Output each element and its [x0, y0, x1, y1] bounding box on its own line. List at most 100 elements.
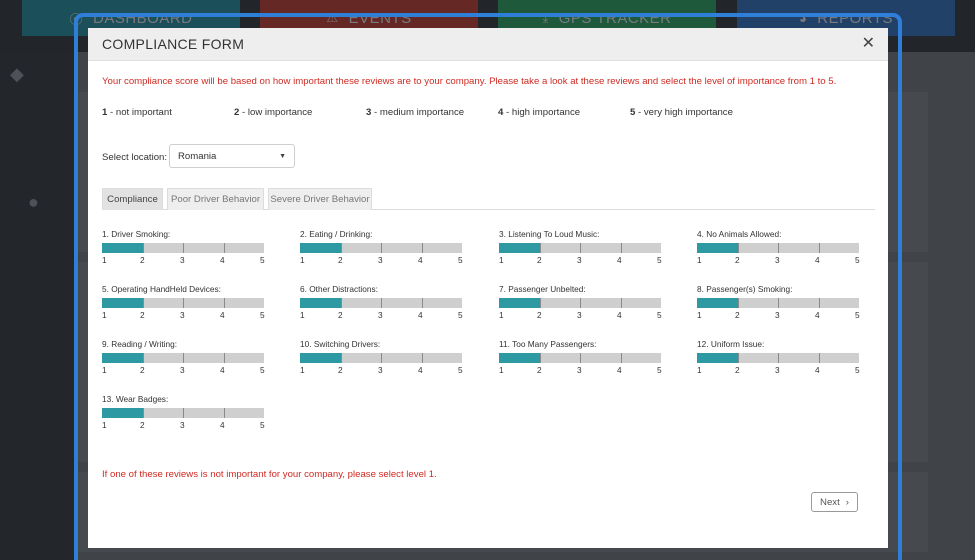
importance-slider[interactable] — [697, 243, 859, 253]
modal-title: COMPLIANCE FORM — [102, 36, 245, 52]
importance-slider[interactable] — [300, 243, 462, 253]
importance-slider[interactable] — [499, 243, 661, 253]
scale-label: 2 — [338, 255, 343, 265]
importance-item-label: 4. No Animals Allowed: — [697, 229, 782, 239]
scale-label: 1 — [300, 310, 305, 320]
scale-label: 4 — [815, 310, 820, 320]
location-select-value: Romania — [178, 150, 217, 162]
slider-tick — [340, 243, 342, 253]
scale-label: 4 — [617, 255, 622, 265]
importance-slider[interactable] — [499, 353, 661, 363]
slider-tick — [620, 243, 622, 253]
importance-slider[interactable] — [102, 243, 264, 253]
scale-label: 1 — [300, 365, 305, 375]
importance-item-label: 1. Driver Smoking: — [102, 229, 171, 239]
importance-slider[interactable] — [300, 298, 462, 308]
importance-slider-fill — [300, 353, 341, 363]
scale-label: 4 — [220, 420, 225, 430]
importance-item: 4. No Animals Allowed: 1 2 3 4 5 — [697, 229, 860, 269]
scale-label: 2 — [140, 255, 145, 265]
tab-severe-driver-behavior[interactable]: Severe Driver Behavior — [268, 188, 372, 210]
scale-label: 4 — [418, 365, 423, 375]
scale-label: 2 — [735, 255, 740, 265]
scale-label: 5 — [855, 310, 860, 320]
importance-slider[interactable] — [697, 353, 859, 363]
importance-slider-fill — [300, 243, 341, 253]
scale-label: 2 — [735, 310, 740, 320]
tab-compliance[interactable]: Compliance — [102, 188, 163, 210]
close-icon[interactable]: ✕ — [862, 35, 875, 53]
location-select[interactable]: Romania ▼ — [169, 144, 295, 168]
importance-slider-fill — [102, 243, 143, 253]
importance-item: 5. Operating HandHeld Devices: 1 2 3 4 5 — [102, 284, 265, 324]
scale-label: 4 — [418, 310, 423, 320]
slider-tick — [142, 298, 144, 308]
legend-item: 5 - very high importance — [630, 107, 733, 118]
slider-tick — [778, 243, 779, 253]
chevron-right-icon: › — [845, 496, 849, 508]
slider-scale: 1 2 3 4 5 — [697, 310, 860, 320]
scale-label: 4 — [220, 310, 225, 320]
importance-item-label: 6. Other Distractions: — [300, 284, 378, 294]
slider-tick — [381, 353, 382, 363]
importance-item: 3. Listening To Loud Music: 1 2 3 4 5 — [499, 229, 662, 269]
importance-slider[interactable] — [102, 408, 264, 418]
tab-poor-driver-behavior[interactable]: Poor Driver Behavior — [167, 188, 264, 210]
scale-label: 5 — [260, 310, 265, 320]
legend-text: - high importance — [503, 107, 581, 118]
importance-slider[interactable] — [499, 298, 661, 308]
scale-label: 5 — [260, 420, 265, 430]
scale-label: 2 — [140, 310, 145, 320]
slider-tick — [223, 298, 225, 308]
scale-label: 1 — [102, 420, 107, 430]
scale-label: 3 — [577, 310, 582, 320]
chevron-down-icon: ▼ — [279, 152, 286, 160]
scale-label: 5 — [657, 365, 662, 375]
legend-item: 3 - medium importance — [366, 107, 464, 118]
slider-tick — [340, 353, 342, 363]
slider-scale: 1 2 3 4 5 — [102, 420, 265, 430]
scale-label: 5 — [657, 255, 662, 265]
compliance-form-modal: COMPLIANCE FORM ✕ Your compliance score … — [88, 28, 888, 548]
scale-label: 3 — [378, 255, 383, 265]
slider-tick — [737, 353, 739, 363]
importance-slider[interactable] — [300, 353, 462, 363]
slider-scale: 1 2 3 4 5 — [300, 255, 463, 265]
slider-tick — [142, 408, 144, 418]
slider-tick — [620, 353, 622, 363]
modal-header: COMPLIANCE FORM ✕ — [88, 28, 888, 61]
slider-scale: 1 2 3 4 5 — [499, 310, 662, 320]
slider-tick — [737, 298, 739, 308]
importance-slider[interactable] — [102, 353, 264, 363]
slider-tick — [421, 353, 423, 363]
next-button[interactable]: Next › — [811, 492, 858, 512]
scale-label: 1 — [102, 365, 107, 375]
slider-tick — [381, 298, 382, 308]
slider-tick — [223, 353, 225, 363]
importance-item: 7. Passenger Unbelted: 1 2 3 4 5 — [499, 284, 662, 324]
slider-tick — [183, 408, 184, 418]
scale-label: 3 — [180, 310, 185, 320]
slider-tick — [778, 298, 779, 308]
slider-tick — [223, 243, 225, 253]
slider-tick — [620, 298, 622, 308]
scale-label: 3 — [378, 365, 383, 375]
slider-tick — [580, 243, 581, 253]
scale-label: 4 — [815, 255, 820, 265]
scale-label: 5 — [458, 255, 463, 265]
importance-item: 9. Reading / Writing: 1 2 3 4 5 — [102, 339, 265, 379]
importance-item: 12. Uniform Issue: 1 2 3 4 5 — [697, 339, 860, 379]
scale-label: 3 — [775, 255, 780, 265]
slider-tick — [778, 353, 779, 363]
scale-label: 3 — [378, 310, 383, 320]
importance-slider-fill — [102, 408, 143, 418]
footer-note: If one of these reviews is not important… — [102, 469, 437, 480]
importance-slider-fill — [697, 353, 738, 363]
importance-slider[interactable] — [697, 298, 859, 308]
importance-slider-fill — [499, 353, 540, 363]
slider-tick — [818, 243, 820, 253]
importance-slider[interactable] — [102, 298, 264, 308]
scale-label: 3 — [577, 255, 582, 265]
scale-label: 2 — [537, 255, 542, 265]
importance-item-label: 13. Wear Badges: — [102, 394, 169, 404]
